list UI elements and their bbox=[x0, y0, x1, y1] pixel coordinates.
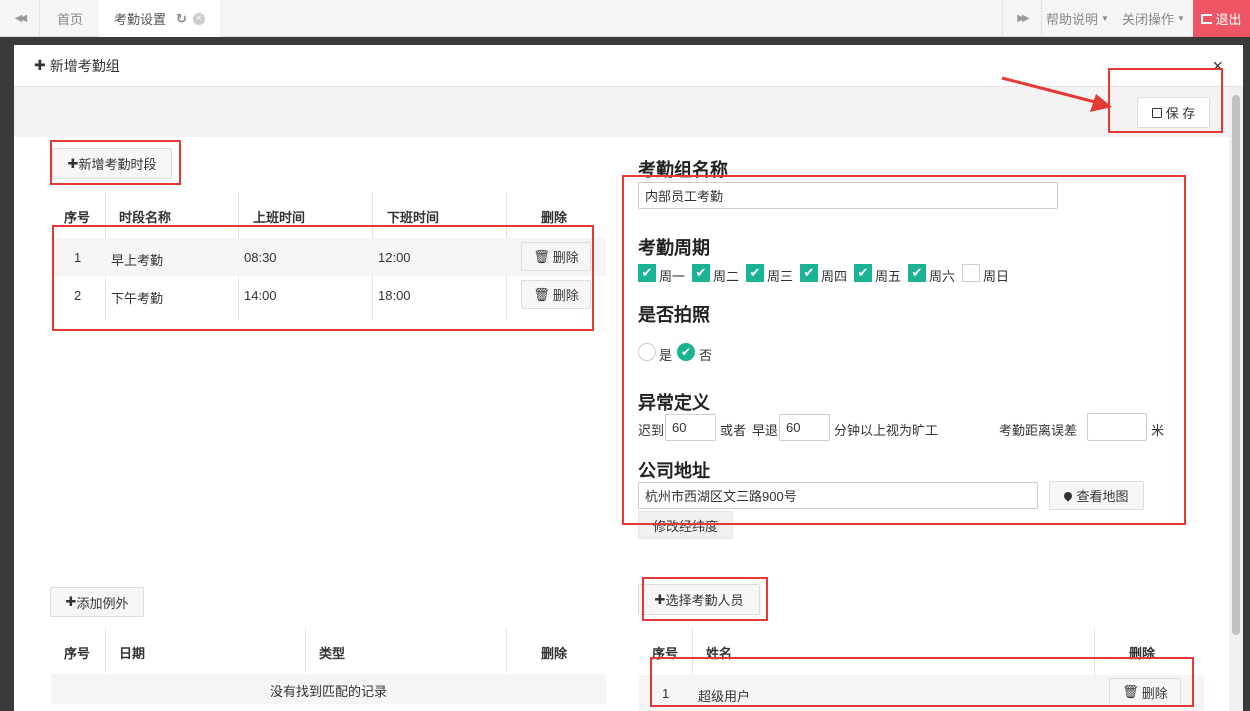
annotation-arrow bbox=[1001, 76, 1112, 112]
modal-title: 新增考勤组 bbox=[49, 57, 120, 74]
scrollbar-thumb[interactable] bbox=[1232, 95, 1240, 635]
add-period-button[interactable]: ✚ 新增考勤时段 bbox=[52, 148, 172, 179]
view-map-button[interactable]: 查看地图 bbox=[1049, 481, 1144, 510]
save-button[interactable]: 保 存 bbox=[1137, 97, 1210, 128]
checkmark-icon: ✔ bbox=[641, 265, 653, 280]
edit-coordinates-button[interactable]: 修改经纬度 bbox=[638, 511, 733, 539]
caret-down-icon: ▼ bbox=[1177, 14, 1185, 23]
trash-icon: 🗑 bbox=[1122, 684, 1139, 699]
tab-attendance-settings[interactable]: 考勤设置 ↻ × bbox=[99, 0, 220, 37]
modal-scrollbar[interactable] bbox=[1229, 87, 1243, 711]
checkmark-icon: ✔ bbox=[695, 265, 707, 280]
early-leave-minutes-input[interactable]: 60 bbox=[779, 414, 830, 441]
refresh-icon[interactable]: ↻ bbox=[176, 11, 187, 27]
delete-staff-button[interactable]: 🗑 删除 bbox=[1109, 678, 1181, 706]
close-icon: × bbox=[1212, 56, 1223, 76]
delete-period-button[interactable]: 🗑 删除 bbox=[521, 280, 591, 309]
floppy-disk-icon bbox=[1151, 107, 1162, 118]
double-chevron-left-icon: ◀◀ bbox=[14, 13, 28, 24]
tab-bar: ◀◀ 首页 考勤设置 ↻ × ▶▶ 帮助说明 ▼ 关闭操作 ▼ 退出 bbox=[0, 0, 1250, 37]
late-minutes-input[interactable]: 60 bbox=[665, 414, 716, 441]
weekday-checkbox[interactable]: ✔ bbox=[746, 264, 764, 282]
close-ops-dropdown[interactable]: 关闭操作 ▼ bbox=[1122, 0, 1185, 37]
tab-scroll-right-button[interactable]: ▶▶ bbox=[1002, 0, 1042, 37]
photo-title: 是否拍照 bbox=[638, 305, 710, 325]
plus-icon: ✚ bbox=[65, 594, 77, 609]
map-marker-icon bbox=[1062, 489, 1075, 502]
photo-yes-radio[interactable] bbox=[638, 343, 656, 361]
address-title: 公司地址 bbox=[638, 461, 710, 481]
add-attendance-group-modal: ✚ 新增考勤组 × 保 存 ✚ 新增考勤时段 序号 时段名称 上班时间 下班时间… bbox=[14, 45, 1243, 711]
double-chevron-right-icon: ▶▶ bbox=[1017, 13, 1030, 24]
checkmark-icon: ✔ bbox=[749, 265, 761, 280]
col-header-period-name: 时段名称 bbox=[119, 210, 172, 225]
add-exception-button[interactable]: ✚ 添加例外 bbox=[50, 587, 144, 617]
plus-icon: ✚ bbox=[654, 591, 666, 607]
group-name-input[interactable]: 内部员工考勤 bbox=[638, 182, 1058, 209]
group-name-title: 考勤组名称 bbox=[638, 160, 728, 180]
weekday-checkbox[interactable]: ✔ bbox=[800, 264, 818, 282]
col-header-start-time: 上班时间 bbox=[253, 210, 306, 225]
logout-button[interactable]: 退出 bbox=[1193, 0, 1250, 37]
weekday-checkbox[interactable]: ✔ bbox=[638, 264, 656, 282]
trash-icon: 🗑 bbox=[533, 248, 550, 264]
checkmark-icon: ✔ bbox=[911, 265, 923, 280]
tab-scroll-left-button[interactable]: ◀◀ bbox=[0, 0, 40, 37]
trash-icon: 🗑 bbox=[533, 286, 550, 302]
help-dropdown[interactable]: 帮助说明 ▼ bbox=[1046, 0, 1109, 37]
abnormal-title: 异常定义 bbox=[638, 393, 710, 413]
delete-period-button[interactable]: 🗑 删除 bbox=[521, 242, 591, 271]
weekday-checkbox[interactable]: ✔ bbox=[908, 264, 926, 282]
plus-icon: ✚ bbox=[67, 155, 79, 171]
col-header-delete: 删除 bbox=[541, 210, 568, 225]
distance-tolerance-input[interactable] bbox=[1087, 413, 1147, 441]
cycle-title: 考勤周期 bbox=[638, 238, 710, 258]
select-staff-button[interactable]: ✚ 选择考勤人员 bbox=[638, 584, 760, 615]
caret-down-icon: ▼ bbox=[1101, 14, 1109, 23]
col-header-end-time: 下班时间 bbox=[387, 210, 440, 225]
tab-home[interactable]: 首页 bbox=[42, 0, 98, 37]
photo-no-radio[interactable]: ✔ bbox=[677, 343, 695, 361]
sign-out-icon bbox=[1201, 13, 1213, 24]
checkmark-icon: ✔ bbox=[857, 265, 869, 280]
weekday-checkbox[interactable]: ✔ bbox=[854, 264, 872, 282]
weekday-checkbox[interactable]: ✔ bbox=[692, 264, 710, 282]
col-header-no: 序号 bbox=[64, 210, 91, 225]
weekday-checkbox[interactable] bbox=[962, 264, 980, 282]
plus-icon: ✚ bbox=[34, 57, 46, 73]
checkmark-icon: ✔ bbox=[803, 265, 815, 280]
empty-message: 没有找到匹配的记录 bbox=[269, 684, 387, 699]
checkmark-icon: ✔ bbox=[680, 345, 692, 359]
tab-close-icon[interactable]: × bbox=[192, 12, 205, 25]
modal-close-button[interactable]: × bbox=[1212, 56, 1223, 77]
address-input[interactable]: 杭州市西湖区文三路900号 bbox=[638, 482, 1038, 509]
